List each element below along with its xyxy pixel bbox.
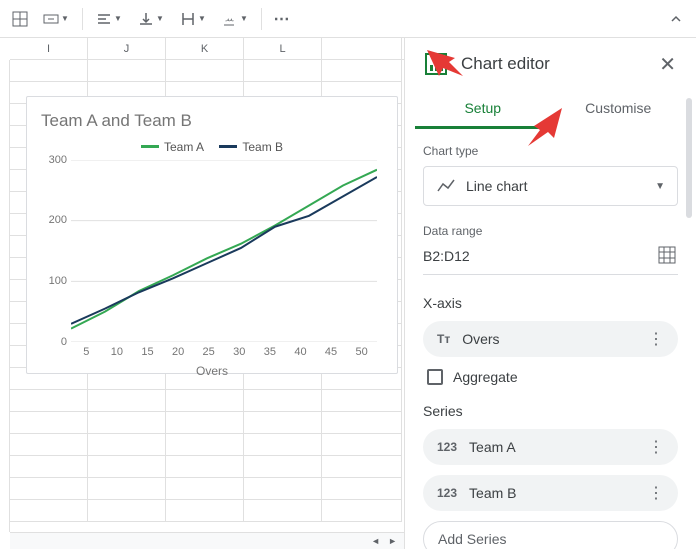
y-tick: 300 [41, 154, 67, 166]
panel-scrollbar[interactable] [686, 98, 692, 218]
aggregate-checkbox-row[interactable]: Aggregate [427, 369, 678, 385]
x-tick: 10 [102, 346, 133, 358]
separator [82, 8, 83, 30]
number-type-icon: 123 [437, 440, 457, 454]
x-tick: 20 [163, 346, 194, 358]
scroll-right-icon[interactable]: ► [385, 536, 400, 546]
text-wrap-button[interactable]: ▼ [173, 5, 213, 33]
chevron-down-icon: ▼ [61, 14, 69, 23]
x-tick: 45 [316, 346, 347, 358]
xaxis-section-title: X-axis [423, 295, 678, 311]
annotation-arrow [425, 42, 475, 84]
grid-body[interactable]: Team A and Team B Team A Team B [10, 60, 404, 532]
row-gutter [0, 60, 10, 532]
sheet-horizontal-scroll[interactable]: ◄ ► [10, 532, 404, 549]
aggregate-label: Aggregate [453, 369, 518, 385]
toolbar: ▼ ▼ ▼ ▼ ꕀ ▼ ⋯ [0, 0, 696, 38]
more-tools-button[interactable]: ⋯ [268, 5, 296, 33]
chart-card[interactable]: Team A and Team B Team A Team B [26, 96, 398, 374]
x-tick: 25 [193, 346, 224, 358]
y-tick: 0 [41, 336, 67, 348]
x-tick: 50 [346, 346, 377, 358]
annotation-arrow [518, 102, 566, 154]
chart-type-value: Line chart [466, 178, 527, 194]
add-series-label: Add Series [438, 531, 506, 547]
x-tick: 15 [132, 346, 163, 358]
series-chip[interactable]: 123 Team A ⋮ [423, 429, 678, 465]
separator [261, 8, 262, 30]
series-chip[interactable]: 123 Team B ⋮ [423, 475, 678, 511]
number-type-icon: 123 [437, 486, 457, 500]
x-ticks: 5 10 15 20 25 30 35 40 45 50 [71, 346, 377, 358]
chevron-down-icon: ▼ [198, 14, 206, 23]
horizontal-align-button[interactable]: ▼ [89, 5, 129, 33]
data-range-label: Data range [423, 224, 678, 238]
legend-label: Team A [164, 140, 204, 154]
close-icon[interactable]: ✕ [659, 52, 676, 77]
vertical-align-button[interactable]: ▼ [131, 5, 171, 33]
line-chart-icon [436, 176, 456, 196]
data-range-value: B2:D12 [423, 248, 658, 264]
collapse-toolbar-button[interactable] [662, 5, 690, 33]
series-label: Team B [469, 485, 516, 501]
xaxis-field-label: Overs [462, 331, 499, 347]
col-header[interactable] [322, 38, 402, 59]
x-tick: 30 [224, 346, 255, 358]
legend-swatch [141, 145, 159, 148]
data-range-field[interactable]: B2:D12 [423, 246, 678, 275]
chevron-down-icon: ▼ [114, 14, 122, 23]
legend-item: Team A [141, 140, 204, 154]
x-tick: 40 [285, 346, 316, 358]
chevron-down-icon: ▼ [156, 14, 164, 23]
col-header[interactable]: L [244, 38, 322, 59]
x-tick: 35 [255, 346, 286, 358]
xaxis-field-chip[interactable]: Tᴛ Overs ⋮ [423, 321, 678, 357]
legend-item: Team B [219, 140, 283, 154]
more-icon[interactable]: ⋮ [648, 329, 664, 349]
checkbox-icon[interactable] [427, 369, 443, 385]
col-header[interactable]: I [10, 38, 88, 59]
select-range-icon[interactable] [658, 246, 678, 266]
spreadsheet-area: I J K L [0, 38, 404, 549]
col-header[interactable]: J [88, 38, 166, 59]
tab-customise[interactable]: Customise [551, 90, 687, 129]
add-series-chip[interactable]: Add Series [423, 521, 678, 549]
x-tick: 5 [71, 346, 102, 358]
panel-body: Chart type Line chart ▼ Data range B2:D1… [405, 130, 696, 549]
chart-plot: 300 200 100 0 [71, 160, 377, 342]
chart-legend: Team A Team B [41, 137, 383, 154]
merge-cells-button[interactable]: ▼ [36, 5, 76, 33]
x-axis-title: Overs [41, 364, 383, 378]
y-tick: 100 [41, 275, 67, 287]
borders-button[interactable] [6, 5, 34, 33]
y-tick: 200 [41, 214, 67, 226]
more-icon[interactable]: ⋮ [648, 483, 664, 503]
scroll-left-icon[interactable]: ◄ [368, 536, 383, 546]
chart-type-dropdown[interactable]: Line chart ▼ [423, 166, 678, 206]
series-label: Team A [469, 439, 516, 455]
chevron-down-icon: ▼ [240, 14, 248, 23]
legend-swatch [219, 145, 237, 148]
legend-label: Team B [242, 140, 283, 154]
column-headers: I J K L [10, 38, 404, 60]
more-icon[interactable]: ⋮ [648, 437, 664, 457]
chevron-down-icon: ▼ [655, 181, 665, 192]
svg-text:ꕀ: ꕀ [224, 14, 234, 26]
text-rotation-button[interactable]: ꕀ ▼ [215, 5, 255, 33]
col-header[interactable]: K [166, 38, 244, 59]
series-section-title: Series [423, 403, 678, 419]
text-type-icon: Tᴛ [437, 332, 450, 346]
chart-title: Team A and Team B [41, 111, 383, 131]
